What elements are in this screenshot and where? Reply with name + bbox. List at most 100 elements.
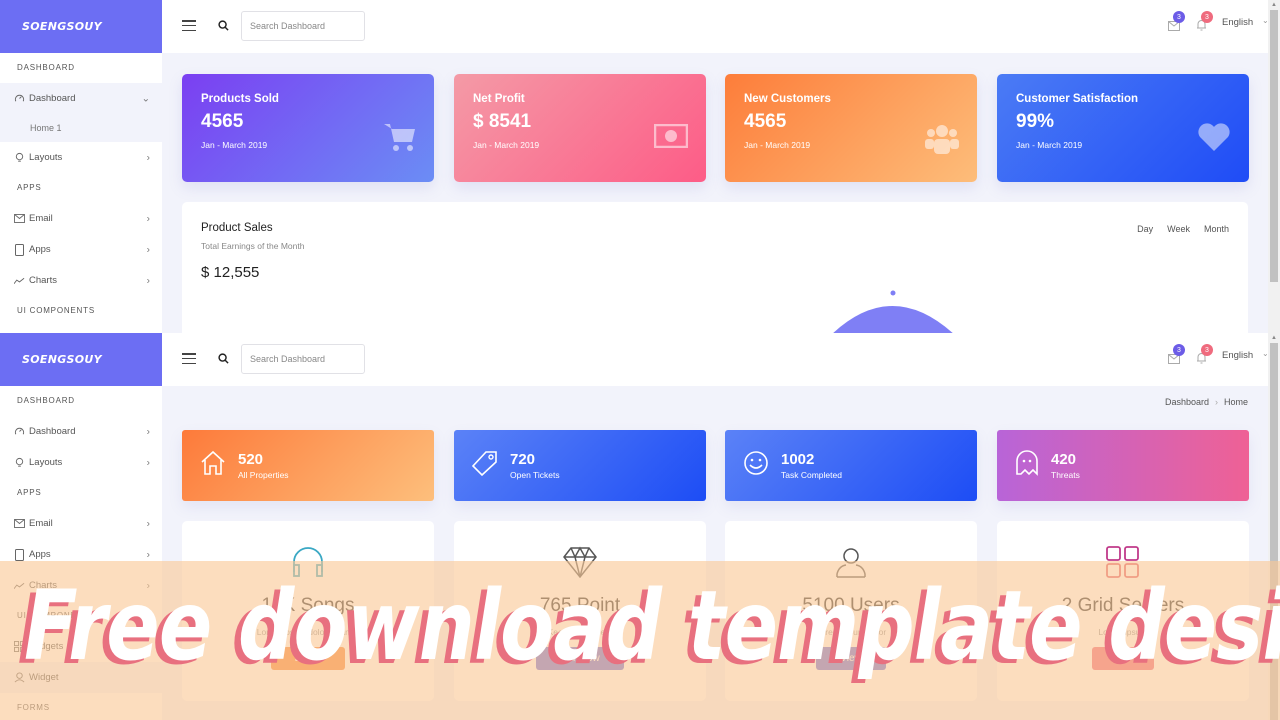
mail-badge: 3	[1173, 344, 1185, 356]
feature-card-users: 5100 Users Lorem ipsum dolor View	[725, 521, 977, 701]
bell-badge: 3	[1201, 11, 1213, 23]
sidebar-item-email[interactable]: Email ›	[0, 203, 162, 234]
search-icon[interactable]	[218, 351, 229, 369]
product-sales-card: Product Sales Total Earnings of the Mont…	[182, 202, 1248, 333]
sidebar-item-apps[interactable]: Apps ›	[0, 539, 162, 570]
feature-card-songs: 15K Songs Lorem ipsum dolor sit amet Lis…	[182, 521, 434, 701]
sidebar-item-dashboard[interactable]: Dashboard ›	[0, 416, 162, 447]
sidebar-item-apps[interactable]: Apps ›	[0, 234, 162, 265]
mini-stat-tasks: 1002 Task Completed	[725, 430, 977, 501]
join-now-button[interactable]: Join now	[536, 647, 624, 670]
stat-title: Products Sold	[201, 93, 279, 105]
dashboard-pane-top: SOENGSOUY DASHBOARD Dashboard ⌄ Home 1 L…	[0, 0, 1280, 333]
nav-section-dashboard: DASHBOARD	[17, 63, 75, 72]
sidebar-subitem-home1[interactable]: Home 1	[0, 114, 162, 142]
menu-toggle-icon[interactable]	[182, 353, 196, 364]
breadcrumb-dashboard[interactable]: Dashboard	[1165, 397, 1209, 407]
tablet-icon	[13, 243, 25, 256]
chart-line-icon	[13, 580, 25, 592]
sidebar-item-label: Dashboard	[29, 93, 76, 104]
sidebar-item-widgets[interactable]: Widgets	[0, 631, 162, 662]
sidebar-item-label: Apps	[29, 549, 51, 560]
header-actions: 3 3 English ⌄	[1018, 0, 1269, 53]
mail-icon[interactable]: 3	[1168, 11, 1185, 32]
feature-value: 5100 Users	[802, 595, 900, 616]
view-button[interactable]: View	[816, 647, 886, 670]
sales-chart-area	[833, 290, 953, 333]
mail-icon	[13, 213, 25, 225]
mail-icon	[13, 518, 25, 530]
period-tabs: Day Week Month	[1137, 224, 1229, 234]
tab-day[interactable]: Day	[1137, 224, 1153, 234]
chevron-right-icon: ›	[1214, 397, 1218, 407]
chevron-right-icon: ›	[146, 580, 150, 591]
tab-month[interactable]: Month	[1204, 224, 1229, 234]
sidebar-item-label: Charts	[29, 580, 57, 591]
sidebar-item-charts[interactable]: Charts ›	[0, 265, 162, 296]
brand-logo[interactable]: SOENGSOUY	[0, 333, 162, 386]
stat-title: New Customers	[744, 93, 831, 105]
sidebar-item-charts[interactable]: Charts ›	[0, 570, 162, 601]
feature-card-servers: 2 Grid Servers Lorem ipsum Go	[997, 521, 1249, 701]
stat-card-customer-satisfaction: Customer Satisfaction 99% Jan - March 20…	[997, 74, 1249, 182]
chevron-right-icon: ›	[146, 426, 150, 437]
mini-stat-properties: 520 All Properties	[182, 430, 434, 501]
nav-section-dashboard: DASHBOARD	[17, 396, 75, 405]
search-icon[interactable]	[218, 18, 229, 36]
feature-desc: Lorem ipsum dolor	[815, 627, 887, 637]
breadcrumb-home: Home	[1223, 397, 1248, 407]
sidebar-item-dashboard[interactable]: Dashboard ⌄	[0, 83, 162, 114]
ghost-icon	[1015, 450, 1039, 481]
mini-stat-threats: 420 Threats	[997, 430, 1249, 501]
home-icon	[200, 450, 226, 481]
cart-icon	[384, 122, 416, 157]
heart-icon	[1197, 122, 1231, 157]
sidebar-item-label: Widgets	[29, 641, 64, 652]
listen-button[interactable]: Listen	[270, 647, 346, 670]
dashboard-pane-bottom: SOENGSOUY DASHBOARD Dashboard › Layouts …	[0, 333, 1280, 720]
top-header: 3 3 English ⌄	[162, 333, 1269, 386]
sidebar-item-widget[interactable]: Widget	[0, 662, 162, 693]
go-button[interactable]: Go	[1092, 647, 1154, 670]
bell-icon[interactable]: 3	[1196, 11, 1213, 32]
sidebar-item-label: Layouts	[29, 457, 63, 468]
sidebar-item-email[interactable]: Email ›	[0, 508, 162, 539]
scrollbar[interactable]: ▲	[1268, 0, 1280, 333]
search-input[interactable]	[241, 11, 365, 41]
stat-value: 4565	[201, 111, 244, 132]
tab-week[interactable]: Week	[1167, 224, 1190, 234]
money-icon	[653, 123, 689, 153]
sidebar-item-layouts[interactable]: Layouts ›	[0, 447, 162, 478]
scrollbar[interactable]: ▲	[1268, 333, 1280, 720]
sidebar-item-label: Email	[29, 213, 53, 224]
bell-badge: 3	[1201, 344, 1213, 356]
breadcrumb: Dashboard › Home	[1165, 397, 1248, 407]
stat-card-products-sold: Products Sold 4565 Jan - March 2019	[182, 74, 434, 182]
feature-value: 2 Grid Servers	[1061, 595, 1185, 616]
chevron-down-icon: ⌄	[141, 93, 150, 104]
mini-stat-value: 420	[1051, 451, 1077, 468]
chevron-right-icon: ›	[146, 518, 150, 529]
nav-section-ui-components: UI COMPONENTS	[17, 306, 95, 315]
feature-value: 15K Songs	[261, 595, 355, 616]
user-icon	[834, 546, 868, 583]
sidebar-item-layouts[interactable]: Layouts ›	[0, 142, 162, 173]
feature-value: 765 Point	[539, 595, 621, 616]
stat-title: Net Profit	[473, 93, 525, 105]
language-select[interactable]: English	[1222, 350, 1253, 361]
chevron-right-icon: ›	[146, 275, 150, 286]
feature-desc: Keep going great	[547, 627, 613, 637]
users-icon	[925, 122, 959, 159]
mini-stat-value: 520	[238, 451, 264, 468]
sales-amount: $ 12,555	[201, 264, 260, 281]
brand-logo[interactable]: SOENGSOUY	[0, 0, 162, 53]
search-input[interactable]	[241, 344, 365, 374]
bell-icon[interactable]: 3	[1196, 344, 1213, 365]
menu-toggle-icon[interactable]	[182, 20, 196, 31]
mini-stat-value: 1002	[781, 451, 815, 468]
mail-icon[interactable]: 3	[1168, 344, 1185, 365]
sidebar: SOENGSOUY DASHBOARD Dashboard › Layouts …	[0, 333, 162, 720]
mini-stat-label: Threats	[1051, 470, 1080, 480]
card-subtitle: Total Earnings of the Month	[201, 241, 305, 251]
language-select[interactable]: English	[1222, 17, 1253, 28]
